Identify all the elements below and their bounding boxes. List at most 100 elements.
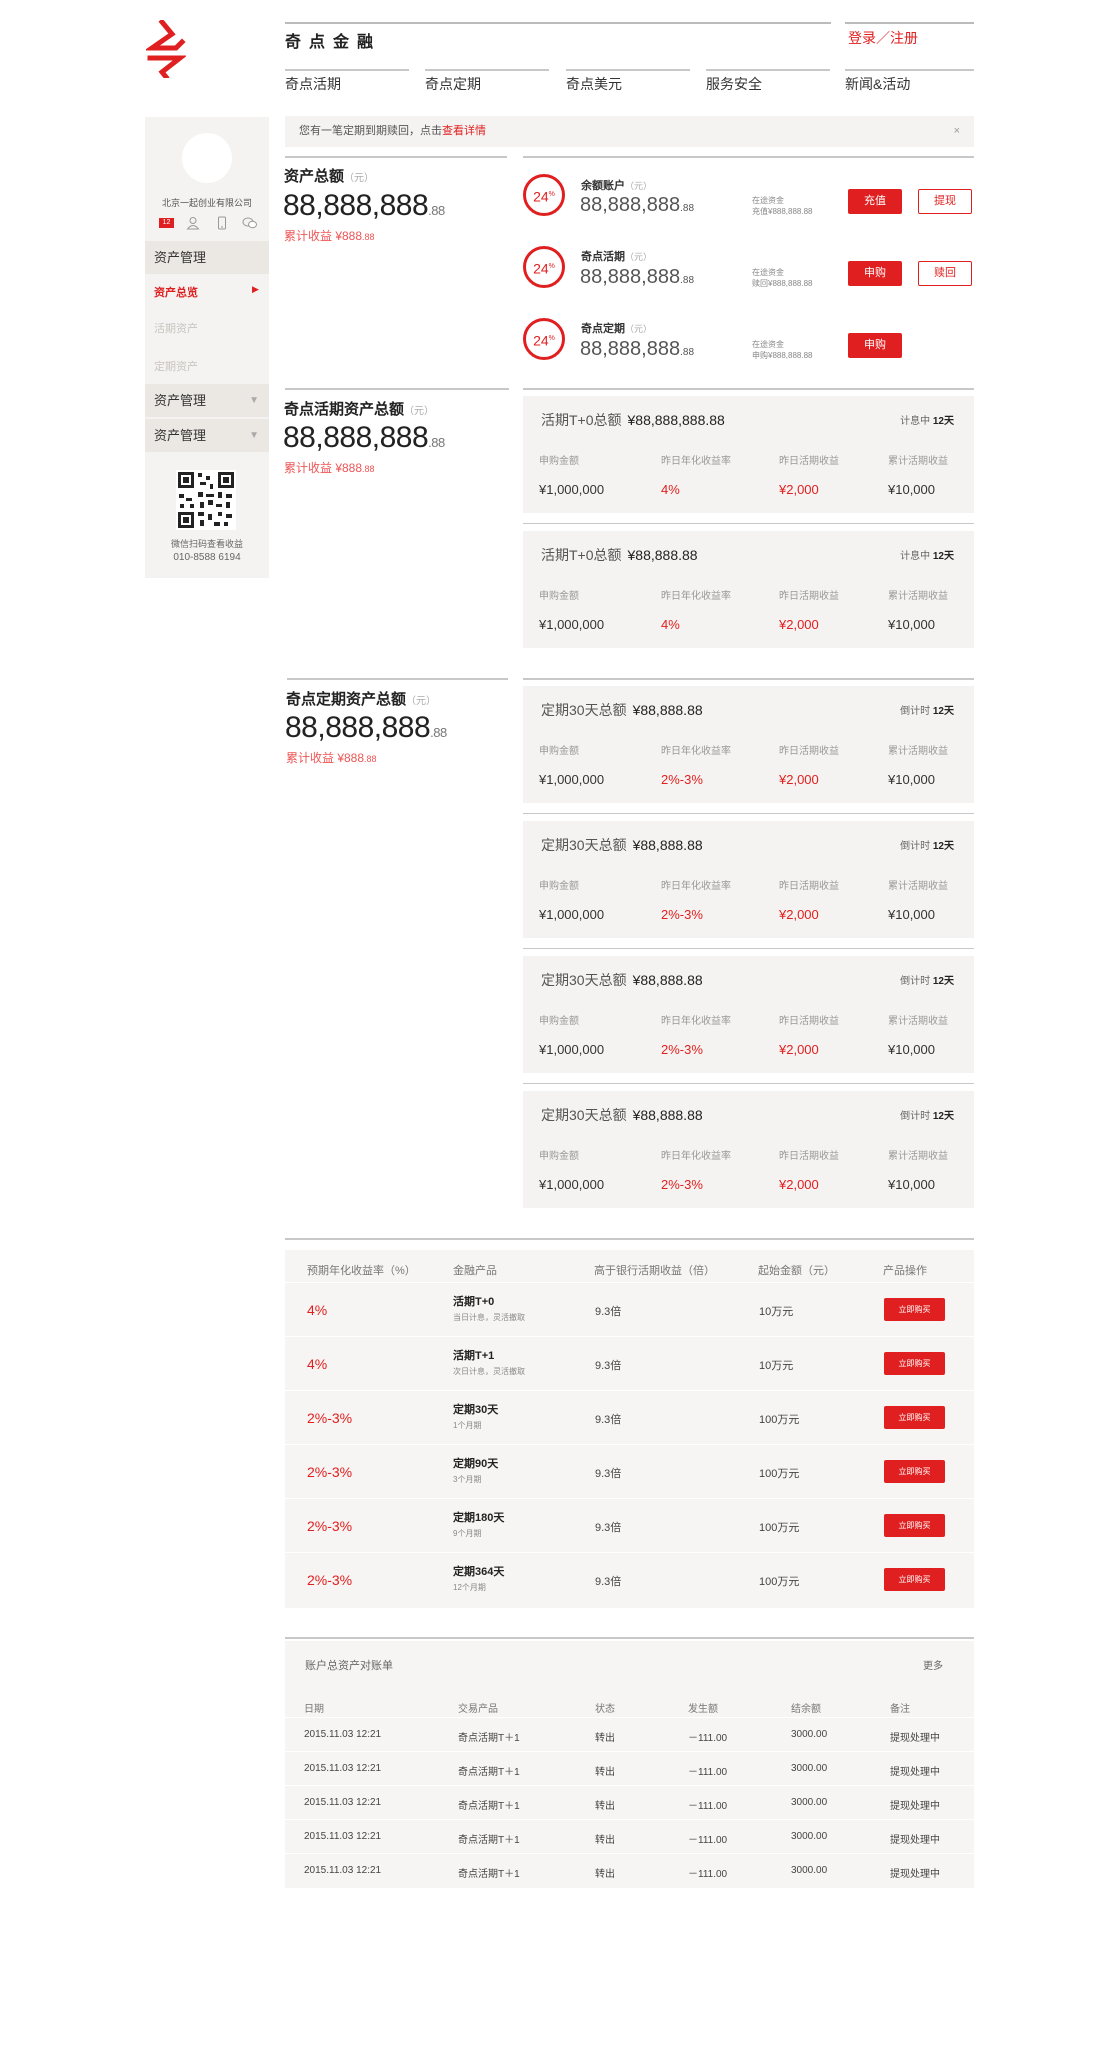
meta-line: 充值¥888,888.88 [752, 207, 813, 216]
notice-detail-link[interactable]: 查看详情 [442, 125, 486, 137]
account-unit: （元） [625, 324, 653, 334]
total-cumulative: 累计收益 ¥888.88 [284, 227, 375, 244]
sidebar-section-asset-mgmt-2[interactable]: 资产管理 ▼ [145, 384, 269, 417]
card-divider [523, 813, 974, 814]
rate-value: 24 [533, 188, 549, 205]
card-value: ¥10,000 [888, 482, 935, 497]
current-card[interactable]: 活期T+0总额 ¥88,888,888.88 计息中 12天 申购金额 昨日年化收… [523, 396, 974, 513]
table-row: 2015.11.03 12:21 奇点活期T＋1 转出 －111.00 3000… [285, 1785, 974, 1819]
rate-unit: % [548, 335, 555, 342]
card-total: ¥88,888.88 [632, 837, 703, 853]
login-register-link[interactable]: 登录／注册 [848, 28, 918, 48]
product-row: 2%-3% 定期90天 3个月期 9.3倍 100万元 立即购买 [285, 1444, 974, 1498]
qidian-logo-icon[interactable] [146, 20, 186, 78]
product-multiple: 9.3倍 [595, 1522, 622, 1534]
withdraw-button[interactable]: 提现 [918, 189, 972, 214]
message-icon[interactable]: 12 [159, 218, 174, 228]
cell-status: 转出 [595, 1733, 615, 1744]
company-name: 北京一起创业有限公司 [161, 198, 252, 208]
product-name: 活期T+1 [453, 1350, 495, 1362]
user-icon[interactable] [186, 216, 200, 230]
card-label: 昨日活期收益 [779, 591, 839, 602]
card-title: 定期30天总额 ¥88,888.88 [541, 970, 703, 990]
card-value: ¥10,000 [888, 617, 935, 632]
product-rate: 2%-3% [307, 1518, 353, 1534]
card-value: ¥1,000,000 [539, 1177, 605, 1192]
buy-now-button[interactable]: 立即购买 [884, 1352, 945, 1375]
card-status: 倒计时 12天 [900, 837, 954, 852]
buy-now-button[interactable]: 立即购买 [884, 1298, 945, 1321]
cell-note: 提现处理中 [890, 1733, 940, 1744]
cell-balance: 3000.00 [791, 1763, 828, 1774]
sidebar-item-overview[interactable]: 资产总览 [154, 284, 198, 300]
avatar[interactable] [182, 133, 232, 183]
card-label: 昨日活期收益 [779, 1016, 839, 1027]
total-amount: 88,888,888.88 [283, 189, 445, 223]
phone-icon[interactable] [215, 216, 229, 230]
nav-security[interactable]: 服务安全 [706, 74, 762, 94]
nav-news[interactable]: 新闻&活动 [845, 74, 910, 94]
cell-product: 奇点活期T＋1 [458, 1733, 520, 1744]
sidebar-section-asset-mgmt[interactable]: 资产管理 [145, 241, 269, 274]
card-title-text: 活期T+0总额 [541, 412, 622, 428]
subscribe-button[interactable]: 申购 [848, 261, 902, 286]
account-amount-value: 88,888,888 [580, 338, 681, 360]
product-multiple: 9.3倍 [595, 1468, 622, 1480]
product-subtitle: 12个月期 [453, 1583, 486, 1592]
current-title-text: 奇点活期资产总额 [284, 401, 405, 418]
notice-bar: 您有一笔定期到期赎回，点击查看详情 × [285, 116, 974, 147]
sidebar-item-fixed-assets[interactable]: 定期资产 [154, 358, 198, 374]
account-name-text: 余额账户 [581, 180, 625, 192]
buy-now-button[interactable]: 立即购买 [884, 1460, 945, 1483]
card-status-text: 倒计时 [900, 706, 931, 717]
card-status: 倒计时 12天 [900, 972, 954, 987]
statement-more-link[interactable]: 更多 [923, 1657, 943, 1672]
product-subtitle: 1个月期 [453, 1421, 482, 1430]
card-label: 昨日年化收益率 [661, 456, 731, 467]
current-card[interactable]: 活期T+0总额 ¥88,888.88 计息中 12天 申购金额 昨日年化收益率 昨… [523, 531, 974, 648]
card-value: ¥1,000,000 [539, 617, 605, 632]
nav-rule [566, 69, 690, 71]
cell-product: 奇点活期T＋1 [458, 1801, 520, 1812]
nav-fixed[interactable]: 奇点定期 [425, 74, 481, 94]
column-header: 结余额 [791, 1704, 821, 1715]
card-value: ¥2,000 [779, 1042, 819, 1057]
recharge-button[interactable]: 充值 [848, 189, 902, 214]
card-label: 申购金额 [539, 746, 579, 757]
subscribe-button[interactable]: 申购 [848, 333, 902, 358]
card-title: 定期30天总额 ¥88,888.88 [541, 1105, 703, 1125]
product-subtitle: 3个月期 [453, 1475, 482, 1484]
nav-usd[interactable]: 奇点美元 [566, 74, 622, 94]
fixed-card[interactable]: 定期30天总额 ¥88,888.88 倒计时 12天 申购金额 昨日年化收益率 昨… [523, 686, 974, 803]
account-name: 奇点活期（元） [581, 248, 652, 264]
buy-now-button[interactable]: 立即购买 [884, 1406, 945, 1429]
fixed-card[interactable]: 定期30天总额 ¥88,888.88 倒计时 12天 申购金额 昨日年化收益率 昨… [523, 821, 974, 938]
redeem-button[interactable]: 赎回 [918, 261, 972, 286]
section-rule [285, 388, 509, 390]
sidebar-item-current-assets[interactable]: 活期资产 [154, 320, 198, 336]
fixed-card[interactable]: 定期30天总额 ¥88,888.88 倒计时 12天 申购金额 昨日年化收益率 昨… [523, 956, 974, 1073]
close-icon[interactable]: × [954, 116, 960, 147]
column-header: 发生额 [688, 1704, 718, 1715]
fixed-amount-cents: .88 [430, 725, 447, 740]
product-multiple: 9.3倍 [595, 1306, 622, 1318]
chevron-down-icon: ▼ [249, 395, 259, 406]
card-label: 申购金额 [539, 456, 579, 467]
card-value: ¥2,000 [779, 1177, 819, 1192]
wechat-icon[interactable] [242, 216, 257, 230]
card-label: 昨日年化收益率 [661, 1016, 731, 1027]
buy-now-button[interactable]: 立即购买 [884, 1514, 945, 1537]
fixed-card[interactable]: 定期30天总额 ¥88,888.88 倒计时 12天 申购金额 昨日年化收益率 昨… [523, 1091, 974, 1208]
card-label: 昨日活期收益 [779, 746, 839, 757]
card-title-text: 定期30天总额 [541, 702, 627, 718]
nav-current[interactable]: 奇点活期 [285, 74, 341, 94]
card-days: 12天 [932, 1111, 954, 1122]
card-value: 4% [661, 482, 680, 497]
card-total: ¥88,888,888.88 [627, 412, 725, 428]
account-name-text: 奇点定期 [581, 323, 625, 335]
sidebar-section-asset-mgmt-3[interactable]: 资产管理 ▼ [145, 419, 269, 452]
nav-rule [845, 69, 974, 71]
buy-now-button[interactable]: 立即购买 [884, 1568, 945, 1591]
product-name: 活期T+0 [453, 1296, 495, 1308]
card-value: ¥1,000,000 [539, 482, 605, 497]
